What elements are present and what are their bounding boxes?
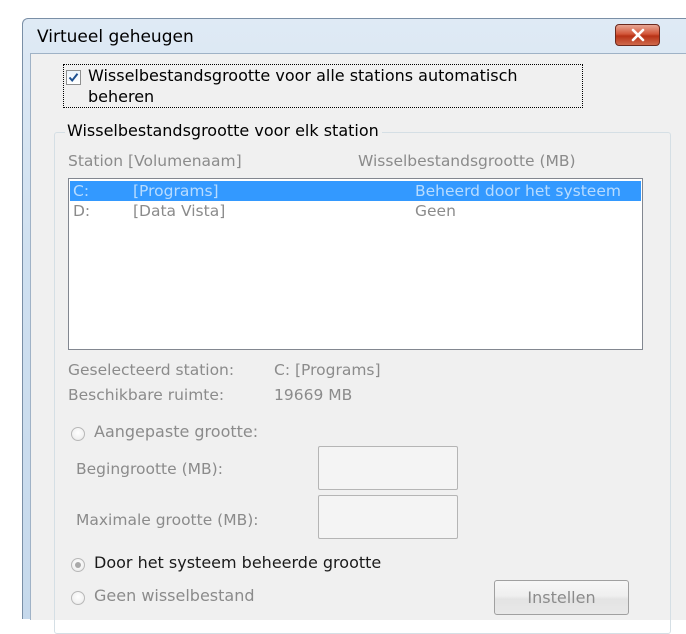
auto-manage-label-line2: beheren (88, 87, 155, 106)
dialog-client-area: Wisselbestandsgrootte voor alle stations… (30, 53, 686, 634)
auto-manage-label: Wisselbestandsgrootte voor alle stations… (88, 65, 583, 107)
drive-letter: D: (73, 202, 91, 220)
auto-manage-checkbox[interactable] (66, 70, 81, 85)
auto-manage-label-line1: Wisselbestandsgrootte voor alle stations… (88, 66, 518, 85)
drive-list[interactable]: C: [Programs] Beheerd door het systeem D… (68, 178, 643, 350)
no-paging-file-radio[interactable] (71, 591, 85, 605)
groupbox-title: Wisselbestandsgrootte voor elk station (65, 121, 382, 140)
initial-size-label: Begingrootte (MB): (76, 460, 223, 478)
initial-size-input[interactable] (318, 446, 458, 490)
selected-station-value: C: [Programs] (274, 361, 381, 379)
drive-letter: C: (73, 182, 90, 200)
custom-size-label: Aangepaste grootte: (94, 422, 259, 441)
drive-row-d[interactable]: D: [Data Vista] Geen (70, 201, 641, 221)
available-space-label: Beschikbare ruimte: (68, 386, 225, 404)
available-space-value: 19669 MB (274, 386, 353, 404)
virtual-memory-dialog: Virtueel geheugen Wisselbestandsgrootte … (22, 18, 686, 634)
drive-volume-name: [Programs] (133, 182, 219, 200)
close-button[interactable] (615, 24, 660, 46)
column-header-size: Wisselbestandsgrootte (MB) (358, 152, 576, 170)
checkmark-icon (68, 73, 79, 83)
screenshot-canvas: Virtueel geheugen Wisselbestandsgrootte … (0, 0, 686, 634)
drive-row-c[interactable]: C: [Programs] Beheerd door het systeem (70, 181, 641, 201)
dialog-title: Virtueel geheugen (37, 27, 194, 47)
custom-size-radio[interactable] (71, 427, 85, 441)
auto-manage-option[interactable]: Wisselbestandsgrootte voor alle stations… (63, 64, 583, 108)
title-bar[interactable]: Virtueel geheugen (23, 19, 686, 53)
drive-paging-size: Geen (415, 202, 456, 220)
selected-station-label: Geselecteerd station: (68, 361, 235, 379)
close-x-icon (631, 28, 645, 42)
max-size-label: Maximale grootte (MB): (76, 511, 259, 529)
max-size-input[interactable] (318, 495, 458, 539)
column-header-station: Station [Volumenaam] (68, 152, 242, 170)
no-paging-file-label: Geen wisselbestand (94, 586, 255, 605)
drive-paging-size: Beheerd door het systeem (415, 182, 621, 200)
drive-volume-name: [Data Vista] (133, 202, 226, 220)
system-managed-radio[interactable] (71, 558, 85, 572)
system-managed-label: Door het systeem beheerde grootte (94, 553, 382, 572)
